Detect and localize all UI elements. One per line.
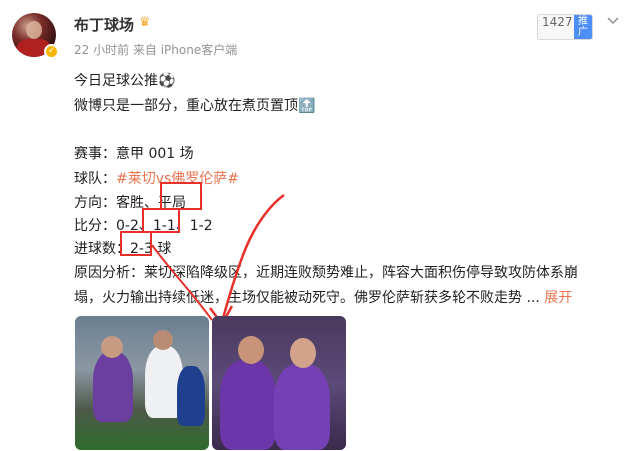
promo-badge[interactable]: 1427 推广 [537,14,593,40]
post-meta: 22 小时前 来自 iPhone客户端 [74,43,238,57]
team-label: 球队： [74,171,116,187]
team-line: 球队：#莱切vs佛罗伦萨# [74,168,239,188]
match-photo-2[interactable] [212,316,346,450]
avatar-face [26,21,42,39]
score-c: 、1-2 [175,218,213,234]
player-head-left [238,336,264,364]
player-head-2 [153,330,173,350]
crown-icon: ♛ [139,15,151,30]
username[interactable]: 布丁球场 [74,14,134,35]
chevron-down-icon[interactable] [606,14,620,28]
player-purple-right [274,364,330,450]
expand-link[interactable]: 展开 [544,290,572,306]
player-head [101,336,123,358]
match-label: 赛事： [74,146,116,162]
verified-icon: ✓ [44,44,59,59]
match-value: 意甲 001 场 [116,146,194,162]
annotation-box-score [142,208,180,233]
badge-count: 1427 [542,15,573,29]
match-line: 赛事：意甲 001 场 [74,143,194,163]
score-label: 比分： [74,218,116,234]
player-purple [93,352,133,422]
annotation-box-direction [160,182,202,210]
annotation-box-goals [120,231,152,256]
player-head-right [290,338,316,368]
reason-line-1: 原因分析：莱切深陷降级区，近期连败颓势难止，阵容大面积伤停导致攻防体系崩 [74,265,578,281]
direction-label: 方向： [74,195,116,211]
reason-line-2: 塌，火力输出持续低迷，主场仅能被动死守。佛罗伦萨斩获多轮不败走势 ... 展开 [74,287,572,307]
reason-text-2: 塌，火力输出持续低迷，主场仅能被动死守。佛罗伦萨斩获多轮不败走势 ... [74,290,540,306]
badge-tag: 推广 [574,15,592,39]
post-line-1: 今日足球公推⚽ [74,73,176,89]
player-blue [177,366,205,426]
post-line-2: 微博只是一部分，重心放在煮页置顶🔝 [74,98,316,114]
match-photo-1[interactable] [75,316,209,450]
player-purple-left [220,360,276,450]
